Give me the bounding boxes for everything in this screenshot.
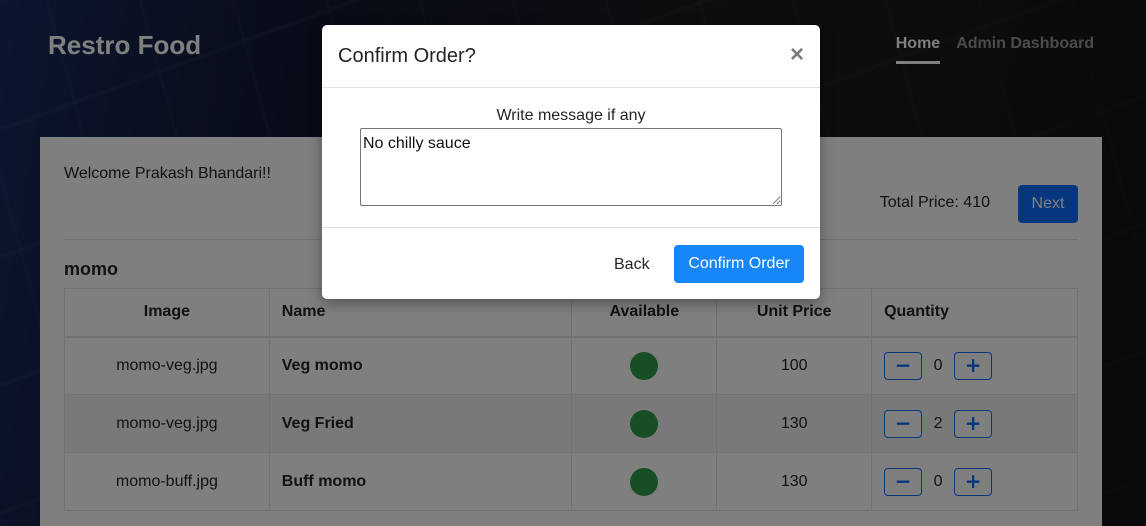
modal-body: Write message if any No chilly sauce [322,88,820,228]
modal-title: Confirm Order? [338,45,476,67]
modal-header: Confirm Order? × [322,25,820,88]
back-button[interactable]: Back [604,246,660,284]
message-label: Write message if any [496,107,646,124]
modal-footer: Back Confirm Order [322,228,820,298]
close-icon[interactable]: × [790,41,804,69]
confirm-order-button[interactable]: Confirm Order [674,245,804,283]
confirm-order-modal: Confirm Order? × Write message if any No… [322,25,820,299]
message-textarea[interactable]: No chilly sauce [360,128,782,206]
